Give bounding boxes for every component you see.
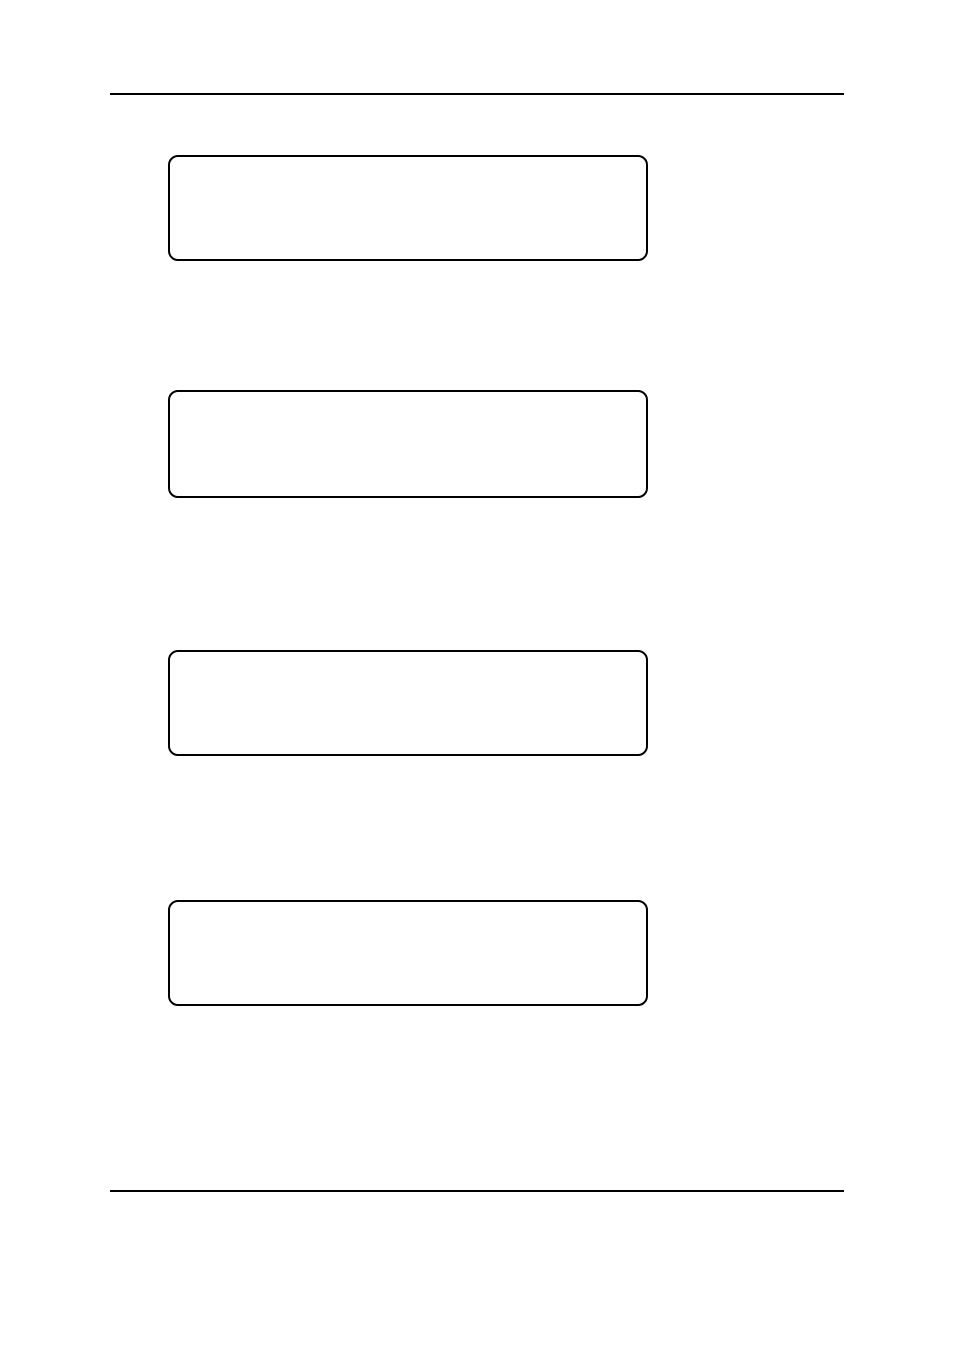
header-rule <box>110 93 844 95</box>
content-box-3 <box>168 650 648 756</box>
content-box-4 <box>168 900 648 1006</box>
content-box-2 <box>168 390 648 498</box>
content-box-1 <box>168 155 648 261</box>
document-page <box>0 0 954 1350</box>
footer-rule <box>110 1190 844 1192</box>
